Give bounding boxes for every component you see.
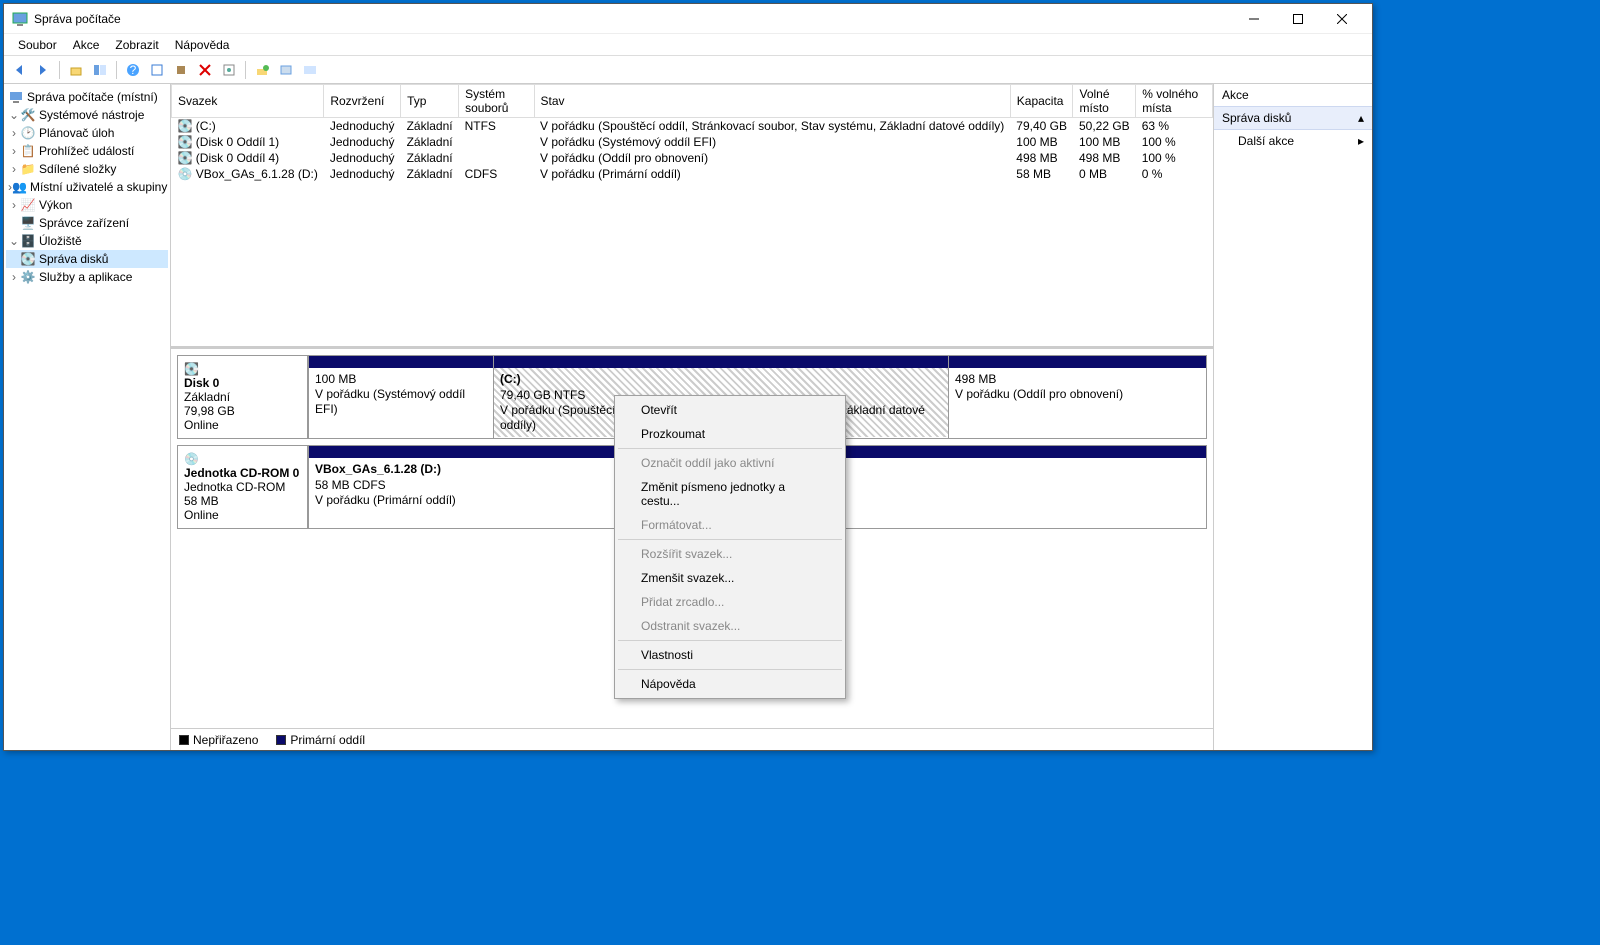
svg-text:?: ? xyxy=(130,63,137,77)
disk-icon: 💽 xyxy=(20,251,36,267)
forward-button[interactable] xyxy=(32,59,54,81)
help-button[interactable]: ? xyxy=(122,59,144,81)
tree-task-scheduler[interactable]: ›🕑Plánovač úloh xyxy=(6,124,168,142)
volume-row[interactable]: 💽 (C:)JednoduchýZákladníNTFSV pořádku (S… xyxy=(172,118,1213,135)
menu-file[interactable]: Soubor xyxy=(10,36,65,54)
legend-primary: Primární oddíl xyxy=(290,733,365,747)
disk-0-partition-1[interactable]: 100 MB V pořádku (Systémový oddíl EFI) xyxy=(308,356,493,438)
tree-local-users[interactable]: ›👥Místní uživatelé a skupiny xyxy=(6,178,168,196)
col-status[interactable]: Stav xyxy=(534,85,1010,118)
cdrom-icon: 💿 xyxy=(184,452,199,466)
disk-icon: 💽 xyxy=(184,362,199,376)
menu-help[interactable]: Nápověda xyxy=(617,672,843,696)
refresh-button[interactable] xyxy=(146,59,168,81)
action-button-3[interactable] xyxy=(299,59,321,81)
tree-device-manager[interactable]: 🖥️Správce zařízení xyxy=(6,214,168,232)
col-capacity[interactable]: Kapacita xyxy=(1010,85,1073,118)
menu-extend: Rozšířit svazek... xyxy=(617,542,843,566)
actions-section[interactable]: Správa disků ▴ xyxy=(1214,106,1372,130)
tree-performance[interactable]: ›📈Výkon xyxy=(6,196,168,214)
menu-delete-volume: Odstranit svazek... xyxy=(617,614,843,638)
delete-button[interactable] xyxy=(194,59,216,81)
menu-action[interactable]: Akce xyxy=(65,36,108,54)
menu-properties[interactable]: Vlastnosti xyxy=(617,643,843,667)
legend-unallocated: Nepřiřazeno xyxy=(193,733,258,747)
chevron-right-icon: ▸ xyxy=(1358,134,1364,148)
window-title: Správa počítače xyxy=(34,12,1232,26)
folder-icon: 📁 xyxy=(20,161,36,177)
minimize-button[interactable] xyxy=(1232,5,1276,33)
menu-mark-active: Označit oddíl jako aktivní xyxy=(617,451,843,475)
col-free[interactable]: Volné místo xyxy=(1073,85,1136,118)
menu-open[interactable]: Otevřít xyxy=(617,398,843,422)
tree-services[interactable]: ›⚙️Služby a aplikace xyxy=(6,268,168,286)
volume-icon: 💿 xyxy=(178,167,193,181)
menubar: Soubor Akce Zobrazit Nápověda xyxy=(4,34,1372,56)
volume-icon: 💽 xyxy=(178,135,193,149)
col-layout[interactable]: Rozvržení xyxy=(324,85,401,118)
computer-icon xyxy=(8,89,24,105)
col-pct-free[interactable]: % volného místa xyxy=(1136,85,1213,118)
maximize-button[interactable] xyxy=(1276,5,1320,33)
app-icon xyxy=(12,11,28,27)
users-icon: 👥 xyxy=(12,179,27,195)
menu-explore[interactable]: Prozkoumat xyxy=(617,422,843,446)
menu-shrink[interactable]: Zmenšit svazek... xyxy=(617,566,843,590)
tree-system-tools[interactable]: ⌄🛠️Systémové nástroje xyxy=(6,106,168,124)
col-filesystem[interactable]: Systém souborů xyxy=(459,85,534,118)
up-button[interactable] xyxy=(65,59,87,81)
back-button[interactable] xyxy=(8,59,30,81)
tree-storage[interactable]: ⌄🗄️Úložiště xyxy=(6,232,168,250)
storage-icon: 🗄️ xyxy=(20,233,36,249)
volume-list[interactable]: Svazek Rozvržení Typ Systém souborů Stav… xyxy=(171,84,1213,349)
device-icon: 🖥️ xyxy=(20,215,36,231)
volume-row[interactable]: 💽 (Disk 0 Oddíl 4)JednoduchýZákladníV po… xyxy=(172,150,1213,166)
perf-icon: 📈 xyxy=(20,197,36,213)
volume-icon: 💽 xyxy=(178,151,193,165)
titlebar[interactable]: Správa počítače xyxy=(4,4,1372,34)
navigation-tree[interactable]: Správa počítače (místní) ⌄🛠️Systémové ná… xyxy=(4,84,171,750)
actions-pane: Akce Správa disků ▴ Další akce ▸ xyxy=(1214,84,1372,750)
actions-more[interactable]: Další akce ▸ xyxy=(1214,130,1372,152)
tree-root[interactable]: Správa počítače (místní) xyxy=(6,88,168,106)
tree-event-viewer[interactable]: ›📋Prohlížeč událostí xyxy=(6,142,168,160)
services-icon: ⚙️ xyxy=(20,269,36,285)
volume-icon: 💽 xyxy=(178,119,193,133)
event-icon: 📋 xyxy=(20,143,36,159)
menu-format: Formátovat... xyxy=(617,513,843,537)
tree-root-label: Správa počítače (místní) xyxy=(27,90,158,104)
collapse-icon[interactable]: ▴ xyxy=(1358,111,1364,125)
show-hide-tree-button[interactable] xyxy=(89,59,111,81)
tree-shared-folders[interactable]: ›📁Sdílené složky xyxy=(6,160,168,178)
menu-view[interactable]: Zobrazit xyxy=(107,36,166,54)
settings-button[interactable] xyxy=(170,59,192,81)
col-volume[interactable]: Svazek xyxy=(172,85,324,118)
action-button-2[interactable] xyxy=(275,59,297,81)
tools-icon: 🛠️ xyxy=(20,107,36,123)
menu-change-letter[interactable]: Změnit písmeno jednotky a cestu... xyxy=(617,475,843,513)
properties-button[interactable] xyxy=(218,59,240,81)
disk-0-partition-3[interactable]: 498 MB V pořádku (Oddíl pro obnovení) xyxy=(948,356,1206,438)
clock-icon: 🕑 xyxy=(20,125,36,141)
menu-help[interactable]: Nápověda xyxy=(167,36,238,54)
close-button[interactable] xyxy=(1320,5,1364,33)
actions-header: Akce xyxy=(1214,84,1372,106)
action-button-1[interactable] xyxy=(251,59,273,81)
cdrom-header[interactable]: 💿 Jednotka CD-ROM 0 Jednotka CD-ROM 58 M… xyxy=(178,446,308,528)
toolbar: ? xyxy=(4,56,1372,84)
volume-row[interactable]: 💿 VBox_GAs_6.1.28 (D:)JednoduchýZákladní… xyxy=(172,166,1213,182)
legend: Nepřiřazeno Primární oddíl xyxy=(171,728,1213,750)
menu-add-mirror: Přidat zrcadlo... xyxy=(617,590,843,614)
col-type[interactable]: Typ xyxy=(401,85,459,118)
disk-0-header[interactable]: 💽 Disk 0 Základní 79,98 GB Online xyxy=(178,356,308,438)
context-menu[interactable]: Otevřít Prozkoumat Označit oddíl jako ak… xyxy=(614,395,846,699)
volume-row[interactable]: 💽 (Disk 0 Oddíl 1)JednoduchýZákladníV po… xyxy=(172,134,1213,150)
tree-disk-management[interactable]: 💽Správa disků xyxy=(6,250,168,268)
